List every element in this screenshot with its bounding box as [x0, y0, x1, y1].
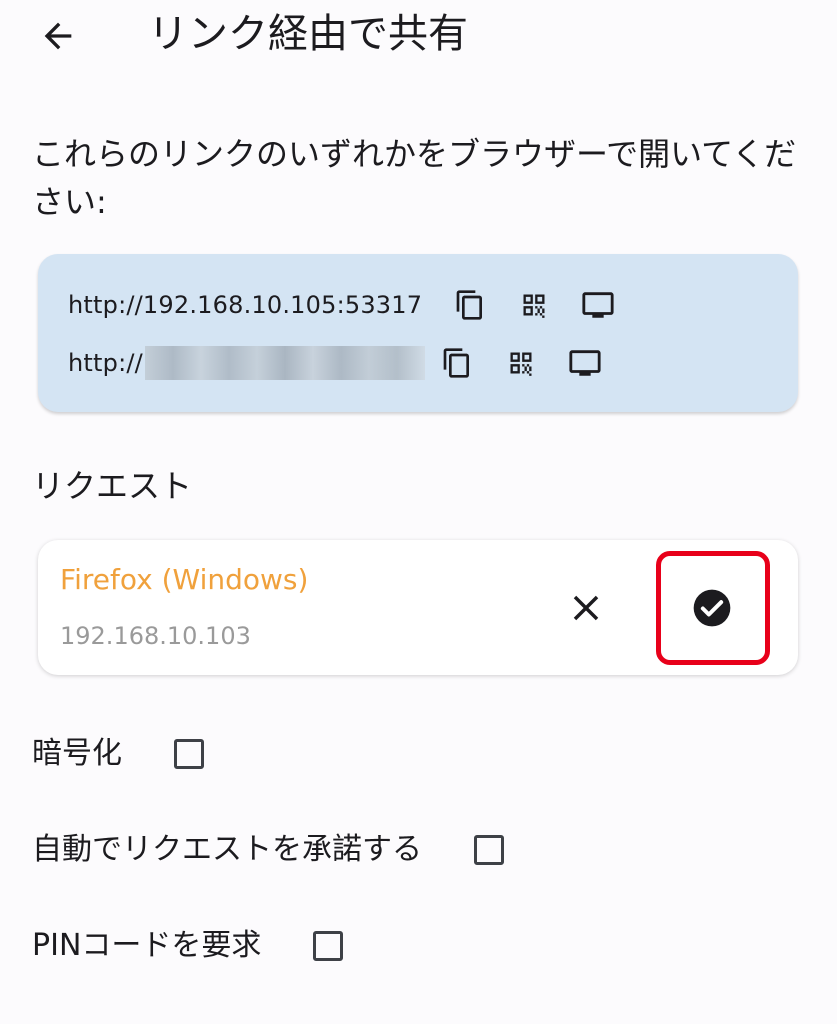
request-ip-address: 192.168.10.103: [60, 622, 251, 650]
link-url: http://: [68, 349, 143, 377]
monitor-icon: [582, 292, 614, 318]
copy-link-button[interactable]: [437, 343, 477, 383]
open-on-screen-button[interactable]: [565, 343, 605, 383]
open-on-screen-button[interactable]: [578, 285, 618, 325]
link-url: http://192.168.10.105:53317: [68, 291, 423, 319]
encryption-label: 暗号化: [32, 736, 122, 771]
back-button[interactable]: [30, 8, 86, 64]
arrow-back-icon: [44, 22, 72, 50]
link-row: http://192.168.10.105:53317: [68, 280, 618, 330]
qr-code-button[interactable]: [501, 343, 541, 383]
request-device-name: Firefox (Windows): [60, 563, 309, 596]
links-card: http://192.168.10.105:53317 http://: [38, 254, 798, 412]
instructions-text: これらのリンクのいずれかをブラウザーで開いてください:: [32, 135, 797, 221]
page-title: リンク経由で共有: [148, 11, 468, 57]
copy-icon: [443, 348, 469, 378]
copy-icon: [456, 290, 483, 320]
qr-code-icon: [523, 294, 545, 318]
redacted-address: [144, 346, 425, 380]
qr-code-icon: [510, 352, 532, 376]
app-bar: リンク経由で共有: [0, 0, 837, 80]
auto-accept-checkbox[interactable]: [474, 835, 504, 865]
request-card: Firefox (Windows) 192.168.10.103: [38, 540, 798, 675]
encryption-checkbox[interactable]: [174, 739, 204, 769]
auto-accept-option: 自動でリクエストを承諾する: [32, 822, 504, 878]
check-circle-icon: [693, 589, 731, 627]
require-pin-option: PINコードを要求: [32, 918, 344, 974]
require-pin-checkbox[interactable]: [313, 931, 344, 961]
encryption-option: 暗号化: [32, 726, 204, 782]
require-pin-label: PINコードを要求: [32, 928, 262, 963]
decline-request-button[interactable]: [562, 584, 610, 632]
monitor-icon: [569, 350, 601, 376]
accept-request-button[interactable]: [692, 588, 732, 628]
auto-accept-label: 自動でリクエストを承諾する: [32, 832, 422, 867]
close-icon: [573, 595, 599, 621]
requests-label: リクエスト: [32, 467, 193, 505]
link-row: http://: [68, 338, 605, 388]
qr-code-button[interactable]: [514, 285, 554, 325]
copy-link-button[interactable]: [450, 285, 490, 325]
